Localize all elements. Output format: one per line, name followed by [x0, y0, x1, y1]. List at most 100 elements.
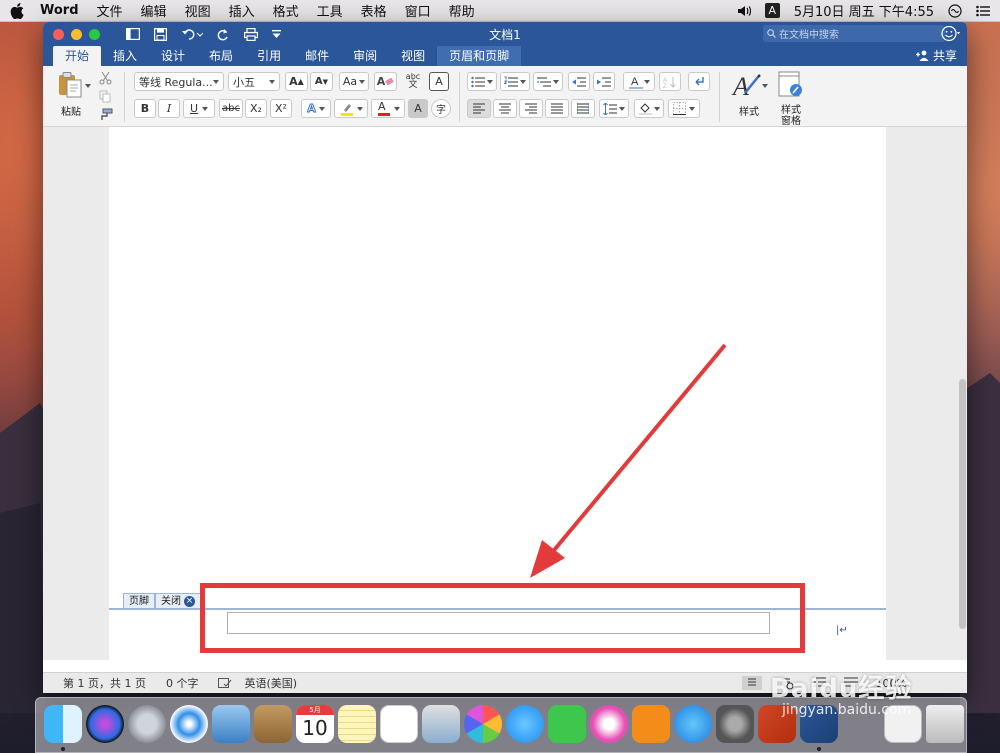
- contacts-icon[interactable]: [254, 705, 292, 743]
- tab-insert[interactable]: 插入: [101, 46, 149, 66]
- font-size-select[interactable]: 小五: [228, 72, 280, 91]
- notes-icon[interactable]: [338, 705, 376, 743]
- close-window-button[interactable]: [53, 28, 64, 40]
- distributed-button[interactable]: [571, 99, 595, 118]
- styles-pane-icon[interactable]: [778, 71, 804, 99]
- align-right-button[interactable]: [519, 99, 543, 118]
- tab-layout[interactable]: 布局: [197, 46, 245, 66]
- menu-tools[interactable]: 工具: [317, 1, 343, 20]
- paste-icon[interactable]: [57, 71, 85, 99]
- calendar-icon[interactable]: 5月 10: [296, 705, 334, 743]
- styles-icon[interactable]: A: [731, 71, 761, 101]
- save-icon[interactable]: [154, 27, 167, 41]
- menu-edit[interactable]: 编辑: [141, 1, 167, 20]
- itunes-icon[interactable]: [590, 705, 628, 743]
- menu-table[interactable]: 表格: [361, 1, 387, 20]
- apple-icon[interactable]: [10, 2, 24, 19]
- menu-window[interactable]: 窗口: [405, 1, 431, 20]
- trash-icon[interactable]: [926, 705, 964, 743]
- italic-button[interactable]: I: [158, 99, 180, 118]
- align-left-button[interactable]: [467, 99, 491, 118]
- tab-references[interactable]: 引用: [245, 46, 293, 66]
- justify-button[interactable]: [545, 99, 569, 118]
- redo-icon[interactable]: [217, 28, 230, 41]
- strikethrough-button[interactable]: abc: [219, 99, 243, 118]
- grow-font-button[interactable]: A ▲: [285, 72, 308, 91]
- tab-mailings[interactable]: 邮件: [293, 46, 341, 66]
- shrink-font-button[interactable]: A ▼: [310, 72, 333, 91]
- cut-icon[interactable]: [99, 71, 112, 85]
- numbering-button[interactable]: [500, 72, 530, 91]
- messages-icon[interactable]: [506, 705, 544, 743]
- siri-icon[interactable]: [86, 705, 124, 743]
- launchpad-icon[interactable]: [128, 705, 166, 743]
- reminders-icon[interactable]: [380, 705, 418, 743]
- word-count[interactable]: 0 个字: [166, 675, 199, 691]
- sidebar-toggle-icon[interactable]: [126, 28, 140, 40]
- change-case-button[interactable]: Aa: [339, 72, 369, 91]
- spelling-button[interactable]: abc 文: [401, 71, 425, 90]
- ibooks-icon[interactable]: [632, 705, 670, 743]
- menu-app-name[interactable]: Word: [40, 3, 79, 18]
- photos-icon[interactable]: [464, 705, 502, 743]
- decrease-indent-button[interactable]: [568, 72, 590, 91]
- print-layout-view-icon[interactable]: [741, 676, 762, 690]
- menu-format[interactable]: 格式: [273, 1, 299, 20]
- tab-view[interactable]: 视图: [389, 46, 437, 66]
- close-footer-button[interactable]: 关闭 ×: [155, 593, 201, 608]
- app-store-icon[interactable]: [674, 705, 712, 743]
- text-effects-button[interactable]: A: [301, 99, 331, 118]
- superscript-button[interactable]: X²: [270, 99, 292, 118]
- copy-icon[interactable]: [99, 90, 112, 103]
- menu-help[interactable]: 帮助: [449, 1, 475, 20]
- customize-qat-icon[interactable]: [272, 29, 281, 39]
- zoom-window-button[interactable]: [89, 28, 100, 40]
- facetime-icon[interactable]: [548, 705, 586, 743]
- photo-booth-icon[interactable]: [422, 705, 460, 743]
- line-spacing-button[interactable]: [599, 99, 629, 118]
- notification-center-icon[interactable]: [976, 5, 990, 17]
- increase-indent-button[interactable]: [593, 72, 615, 91]
- tab-review[interactable]: 审阅: [341, 46, 389, 66]
- font-color-button[interactable]: A: [371, 99, 405, 118]
- character-shading-button[interactable]: A: [408, 99, 428, 118]
- mail-icon[interactable]: [212, 705, 250, 743]
- clock[interactable]: 5月10日 周五 下午4:55: [794, 1, 934, 20]
- print-icon[interactable]: [244, 27, 258, 41]
- menu-insert[interactable]: 插入: [229, 1, 255, 20]
- highlight-button[interactable]: [334, 99, 368, 118]
- volume-icon[interactable]: [737, 5, 751, 17]
- format-painter-icon[interactable]: [99, 108, 113, 121]
- document-page[interactable]: [109, 127, 886, 660]
- character-border-button[interactable]: A: [429, 72, 449, 91]
- clear-formatting-button[interactable]: A: [374, 72, 397, 91]
- page-count[interactable]: 第 1 页，共 1 页: [63, 675, 146, 691]
- menu-view[interactable]: 视图: [185, 1, 211, 20]
- multilevel-list-button[interactable]: [533, 72, 563, 91]
- align-center-button[interactable]: [493, 99, 517, 118]
- finder-icon[interactable]: [44, 705, 82, 743]
- document-search-field[interactable]: 在文档中搜索: [763, 25, 945, 42]
- show-formatting-marks-button[interactable]: [688, 72, 710, 91]
- phonetic-guide-button[interactable]: 字: [431, 99, 451, 118]
- underline-button[interactable]: U: [183, 99, 215, 118]
- undo-icon[interactable]: [181, 28, 203, 40]
- paste-dropdown-icon[interactable]: [85, 84, 91, 88]
- tab-home[interactable]: 开始: [53, 46, 102, 66]
- tab-design[interactable]: 设计: [149, 46, 197, 66]
- share-button[interactable]: 共享: [915, 47, 957, 64]
- menu-file[interactable]: 文件: [97, 1, 123, 20]
- siri-icon[interactable]: [948, 3, 962, 18]
- asian-layout-button[interactable]: A: [623, 72, 655, 91]
- borders-button[interactable]: [668, 99, 700, 118]
- safari-icon[interactable]: [170, 705, 208, 743]
- tab-header-footer[interactable]: 页眉和页脚: [437, 46, 522, 66]
- styles-dropdown-icon[interactable]: [762, 84, 768, 88]
- shading-button[interactable]: [634, 99, 664, 118]
- proofing-icon[interactable]: [218, 677, 232, 689]
- font-name-select[interactable]: 等线 Regula...: [134, 72, 224, 91]
- sort-button[interactable]: AZ: [659, 72, 681, 91]
- minimize-window-button[interactable]: [71, 28, 82, 40]
- vertical-scrollbar[interactable]: [959, 379, 966, 629]
- language-indicator[interactable]: 英语(美国): [244, 675, 297, 691]
